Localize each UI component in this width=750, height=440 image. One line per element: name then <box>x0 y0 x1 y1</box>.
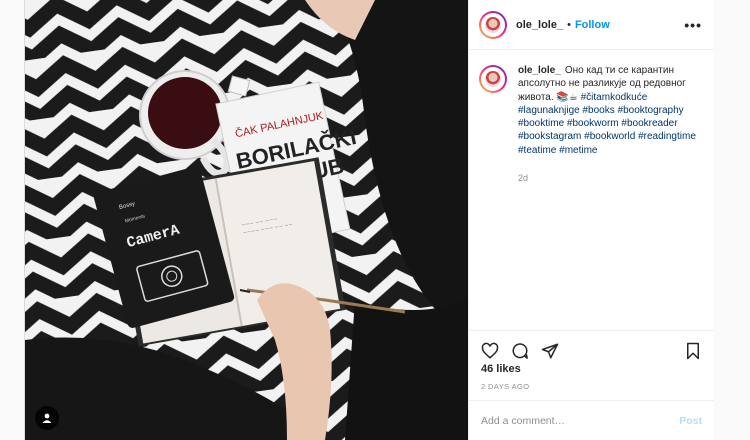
separator-dot: • <box>567 18 571 31</box>
tea <box>148 77 222 149</box>
comment-input[interactable] <box>481 414 680 427</box>
share-icon[interactable] <box>539 340 561 362</box>
caption-avatar[interactable] <box>479 65 507 93</box>
post-header: ole_lole_ • Follow ••• <box>469 0 714 50</box>
username-link[interactable]: ole_lole_ <box>516 19 563 31</box>
follow-button[interactable]: Follow <box>575 19 610 31</box>
user-tag-icon[interactable] <box>35 406 59 430</box>
comment-box: Post <box>469 400 714 440</box>
lap <box>345 300 468 440</box>
caption: ole_lole_ Оно кад ти се карантин апсолутн… <box>479 64 707 157</box>
caption-age: 2d <box>518 173 529 183</box>
post-comment-button[interactable]: Post <box>679 415 702 427</box>
heart-icon[interactable] <box>479 340 501 362</box>
comment-icon[interactable] <box>509 340 531 362</box>
posted-time: 2 DAYS AGO <box>481 382 530 391</box>
caption-text: ole_lole_ Оно кад ти се карантин апсолутн… <box>518 64 707 157</box>
likes-count[interactable]: 46 likes <box>481 363 521 375</box>
post-sidebar: ole_lole_ • Follow ••• ole_lole_ Оно кад … <box>468 0 714 440</box>
avatar[interactable] <box>479 10 507 39</box>
more-options-icon[interactable]: ••• <box>684 17 702 33</box>
post-photo[interactable]: ČAK PALAHNJUK BORILAČKI KLUB ~~~ ~~ ~~~ … <box>25 0 468 440</box>
photo-scene: ČAK PALAHNJUK BORILAČKI KLUB ~~~ ~~ ~~~ … <box>25 0 468 440</box>
caption-username[interactable]: ole_lole_ <box>518 65 561 76</box>
post-card: ČAK PALAHNJUK BORILAČKI KLUB ~~~ ~~ ~~~ … <box>24 0 714 440</box>
bookmark-icon[interactable] <box>682 340 704 362</box>
